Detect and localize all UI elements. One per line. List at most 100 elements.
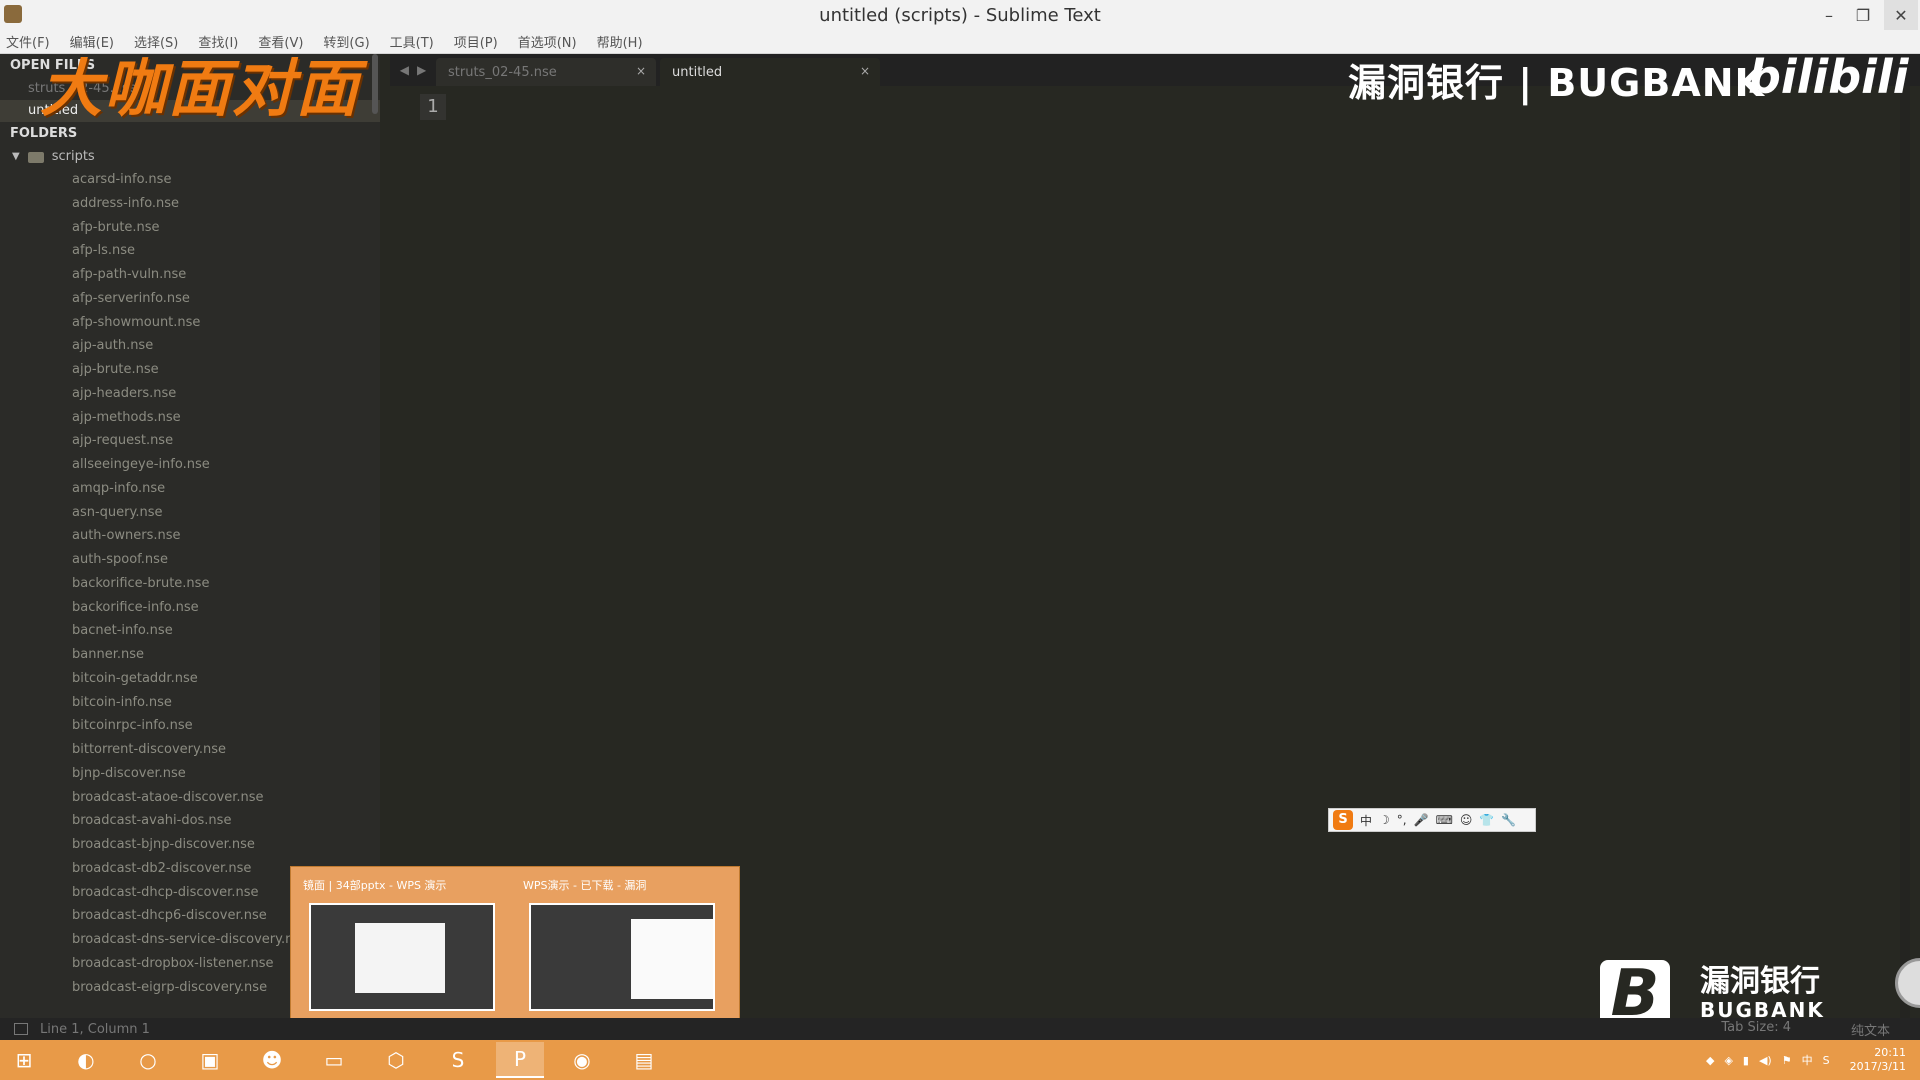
sidebar-file-item[interactable]: broadcast-avahi-dos.nse — [0, 809, 380, 833]
tab-struts[interactable]: struts_02-45.nse × — [436, 58, 656, 86]
sidebar-file-item[interactable]: acarsd-info.nse — [0, 168, 380, 192]
wps-taskbar-icon[interactable]: P — [496, 1042, 544, 1078]
preview-image — [529, 903, 715, 1011]
image-app-icon[interactable]: ▣ — [186, 1042, 234, 1078]
tab-label: struts_02-45.nse — [448, 64, 557, 80]
tray-app-icon[interactable]: ◈ — [1724, 1054, 1732, 1067]
sidebar-file-item[interactable]: bitcoin-info.nse — [0, 691, 380, 715]
sidebar-file-item[interactable]: afp-serverinfo.nse — [0, 287, 380, 311]
close-window-button[interactable]: ✕ — [1884, 0, 1918, 30]
sidebar-file-item[interactable]: ajp-headers.nse — [0, 382, 380, 406]
clock-time: 20:11 — [1874, 1046, 1906, 1059]
sublime-taskbar-icon[interactable]: S — [434, 1042, 482, 1078]
circle-app-icon[interactable]: ○ — [124, 1042, 172, 1078]
tab-untitled[interactable]: untitled × — [660, 58, 880, 86]
punctuation-icon[interactable]: °, — [1397, 813, 1407, 827]
sidebar-file-item[interactable]: broadcast-bjnp-discover.nse — [0, 833, 380, 857]
clock[interactable]: 20:11 2017/3/11 — [1850, 1046, 1906, 1074]
sidebar-file-item[interactable]: ajp-methods.nse — [0, 406, 380, 430]
sidebar-file-item[interactable]: amqp-info.nse — [0, 477, 380, 501]
browser-taskbar-icon[interactable]: ◐ — [62, 1042, 110, 1078]
watermark-bottom-cn: 漏洞银行 — [1700, 964, 1820, 999]
preview-title: WPS演示 - 已下载 - 漏洞 — [523, 879, 647, 892]
folder-label: scripts — [51, 149, 95, 164]
sidebar-file-item[interactable]: backorifice-brute.nse — [0, 572, 380, 596]
menu-tools[interactable]: 工具(T) — [390, 32, 434, 51]
preview-title: 镜面 | 34部pptx - WPS 演示 — [303, 879, 447, 892]
console-toggle-icon[interactable] — [14, 1023, 28, 1035]
package-app-icon[interactable]: ⬡ — [372, 1042, 420, 1078]
syntax-label[interactable]: 纯文本 — [1851, 1020, 1890, 1039]
sidebar-file-item[interactable]: allseeingeye-info.nse — [0, 453, 380, 477]
tab-size[interactable]: Tab Size: 4 — [1721, 1020, 1791, 1039]
line-number: 1 — [420, 94, 446, 120]
tab-label: untitled — [672, 64, 723, 80]
sidebar-file-item[interactable]: auth-spoof.nse — [0, 548, 380, 572]
moon-icon[interactable]: ☽ — [1379, 813, 1390, 827]
maximize-button[interactable]: ❐ — [1846, 0, 1880, 30]
tray-network-icon[interactable]: ◆ — [1706, 1054, 1714, 1067]
sidebar-file-item[interactable]: ajp-auth.nse — [0, 334, 380, 358]
tray-ime-icon[interactable]: 中 — [1802, 1052, 1813, 1068]
microphone-icon[interactable]: 🎤 — [1414, 813, 1429, 827]
sidebar-scrollbar[interactable] — [372, 54, 378, 114]
sidebar-file-item[interactable]: bacnet-info.nse — [0, 619, 380, 643]
user-icon[interactable]: ☺ — [1460, 813, 1473, 827]
sidebar-file-item[interactable]: bittorrent-discovery.nse — [0, 738, 380, 762]
sidebar-file-item[interactable]: afp-showmount.nse — [0, 311, 380, 335]
menu-help[interactable]: 帮助(H) — [597, 32, 643, 51]
sidebar-file-item[interactable]: bitcoinrpc-info.nse — [0, 714, 380, 738]
watermark-bugbank: 漏洞银行 | BUGBANK — [1348, 61, 1765, 105]
wrench-icon[interactable]: 🔧 — [1501, 813, 1516, 827]
sublime-app-icon[interactable] — [4, 5, 22, 23]
menu-project[interactable]: 项目(P) — [454, 32, 498, 51]
sidebar-file-item[interactable]: afp-ls.nse — [0, 239, 380, 263]
watermark-logo-left: 大咖面对面 — [40, 52, 361, 125]
tray-flag-icon[interactable]: ⚑ — [1782, 1054, 1792, 1067]
preview-thumbnail[interactable]: 镜面 | 34部pptx - WPS 演示 — [295, 875, 500, 1025]
sidebar-file-item[interactable]: afp-path-vuln.nse — [0, 263, 380, 287]
sidebar-file-item[interactable]: banner.nse — [0, 643, 380, 667]
minimize-button[interactable]: – — [1812, 0, 1846, 30]
sidebar-file-item[interactable]: address-info.nse — [0, 192, 380, 216]
ime-toolbar[interactable]: S 中 ☽ °, 🎤 ⌨ ☺ 👕 🔧 — [1328, 808, 1536, 832]
tray-volume-icon[interactable]: ◀) — [1759, 1054, 1772, 1067]
sogou-logo-icon[interactable]: S — [1333, 810, 1353, 830]
obs-taskbar-icon[interactable]: ◉ — [558, 1042, 606, 1078]
chat-app-icon[interactable]: ☻ — [248, 1042, 296, 1078]
tab-nav-arrows[interactable]: ◀ ▶ — [390, 54, 436, 86]
sidebar-file-item[interactable]: afp-brute.nse — [0, 216, 380, 240]
keyboard-icon[interactable]: ⌨ — [1436, 813, 1453, 827]
sidebar-file-item[interactable]: broadcast-ataoe-discover.nse — [0, 786, 380, 810]
watermark-bilibili: bilibili — [1748, 50, 1909, 104]
sidebar-file-item[interactable]: ajp-request.nse — [0, 429, 380, 453]
taskbar-preview-popup: 镜面 | 34部pptx - WPS 演示 WPS演示 - 已下载 - 漏洞 — [290, 866, 740, 1032]
folder-taskbar-icon[interactable]: ▤ — [620, 1042, 668, 1078]
editor-scrollbar[interactable] — [1900, 86, 1910, 1018]
menu-preferences[interactable]: 首选项(N) — [518, 32, 577, 51]
sidebar-file-item[interactable]: backorifice-info.nse — [0, 596, 380, 620]
tab-close-icon[interactable]: × — [636, 64, 646, 78]
taskbar: ⊞ ◐ ○ ▣ ☻ ▭ ⬡ S P ◉ ▤ ◆ ◈ ▮ ◀) ⚑ 中 S 20:… — [0, 1040, 1920, 1080]
start-button[interactable]: ⊞ — [0, 1042, 48, 1078]
ime-mode[interactable]: 中 — [1360, 812, 1372, 829]
skin-icon[interactable]: 👕 — [1479, 813, 1494, 827]
tray-sogou-icon[interactable]: S — [1823, 1054, 1830, 1067]
sidebar-file-item[interactable]: ajp-brute.nse — [0, 358, 380, 382]
sidebar-file-item[interactable]: bjnp-discover.nse — [0, 762, 380, 786]
sidebar-file-item[interactable]: auth-owners.nse — [0, 524, 380, 548]
folder-scripts[interactable]: ▼ scripts — [0, 146, 380, 168]
sidebar-file-item[interactable]: asn-query.nse — [0, 501, 380, 525]
tray-signal-icon[interactable]: ▮ — [1743, 1054, 1749, 1067]
tab-left-arrow-icon[interactable]: ◀ — [400, 63, 409, 77]
sidebar-file-item[interactable]: bitcoin-getaddr.nse — [0, 667, 380, 691]
terminal-app-icon[interactable]: ▭ — [310, 1042, 358, 1078]
disclosure-triangle-icon[interactable]: ▼ — [12, 146, 20, 168]
preview-thumbnail[interactable]: WPS演示 - 已下载 - 漏洞 — [515, 875, 720, 1025]
preview-image — [309, 903, 495, 1011]
tab-close-icon[interactable]: × — [860, 64, 870, 78]
status-bar: Line 1, Column 1 Tab Size: 4 纯文本 — [0, 1018, 1920, 1040]
title-bar: untitled (scripts) - Sublime Text – ❐ ✕ — [0, 0, 1920, 30]
tab-right-arrow-icon[interactable]: ▶ — [417, 63, 426, 77]
window-title: untitled (scripts) - Sublime Text — [819, 4, 1101, 26]
